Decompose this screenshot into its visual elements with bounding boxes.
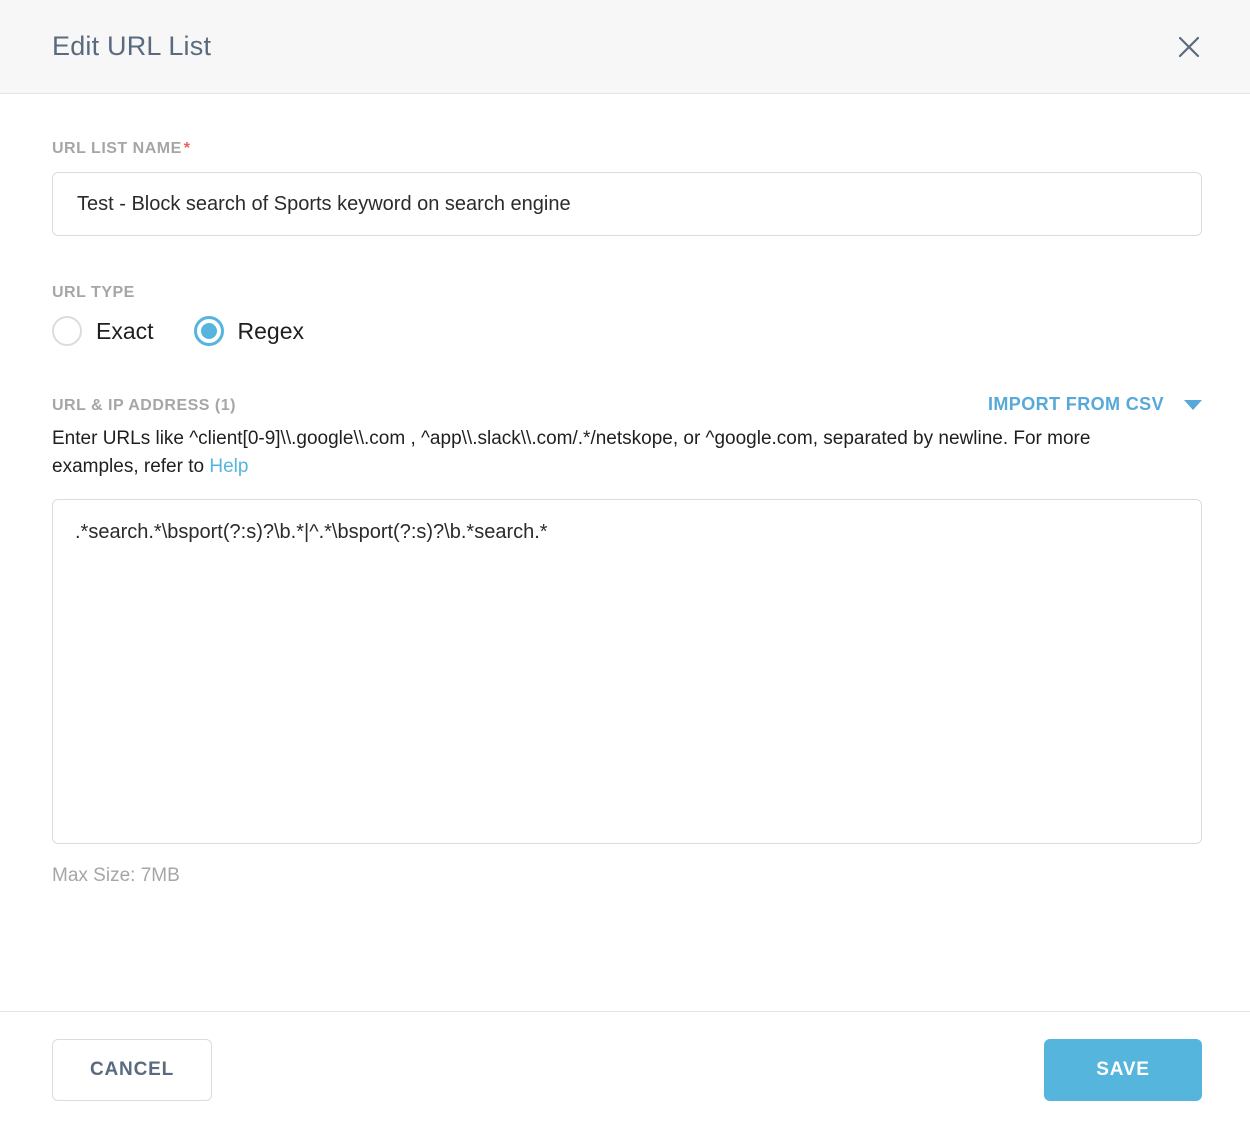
cancel-button[interactable]: CANCEL — [52, 1039, 212, 1101]
url-type-radio-group: Exact Regex — [52, 316, 1202, 346]
dialog-header: Edit URL List — [0, 0, 1250, 94]
helper-text-body: Enter URLs like ^client[0-9]\\.google\\.… — [52, 428, 1091, 477]
radio-exact-mark[interactable] — [52, 316, 82, 346]
url-ip-address-label: URL & IP ADDRESS (1) — [52, 397, 236, 414]
dialog-footer: CANCEL SAVE — [0, 1011, 1250, 1128]
url-type-label: URL TYPE — [52, 284, 135, 301]
radio-option-regex[interactable]: Regex — [193, 316, 305, 346]
required-asterisk: * — [183, 140, 191, 157]
url-list-name-input[interactable] — [52, 172, 1202, 236]
chevron-down-icon[interactable] — [1184, 399, 1202, 410]
help-link[interactable]: Help — [209, 456, 248, 477]
close-icon — [1175, 33, 1203, 61]
helper-text: Enter URLs like ^client[0-9]\\.google\\.… — [52, 425, 1162, 481]
radio-exact-label: Exact — [96, 317, 154, 344]
url-list-header-row: URL & IP ADDRESS (1) IMPORT FROM CSV — [52, 394, 1202, 415]
url-list-name-label-text: URL LIST NAME — [52, 140, 182, 157]
import-from-csv-label: IMPORT FROM CSV — [988, 394, 1164, 414]
page-title: Edit URL List — [52, 31, 212, 61]
import-from-csv-button[interactable]: IMPORT FROM CSV — [988, 394, 1202, 415]
save-button[interactable]: SAVE — [1044, 1039, 1202, 1101]
radio-regex-label: Regex — [237, 317, 305, 344]
edit-url-list-dialog: Edit URL List URL LIST NAME* URL TYPE Ex… — [0, 0, 1250, 1128]
radio-option-exact[interactable]: Exact — [52, 316, 154, 346]
radio-regex-mark[interactable] — [193, 316, 224, 346]
dialog-body: URL LIST NAME* URL TYPE Exact Regex URL … — [0, 94, 1250, 1011]
max-size-text: Max Size: 7MB — [52, 865, 180, 886]
url-list-name-label: URL LIST NAME * — [52, 140, 1202, 158]
close-button[interactable] — [1168, 26, 1210, 68]
urls-textarea[interactable] — [52, 499, 1202, 844]
